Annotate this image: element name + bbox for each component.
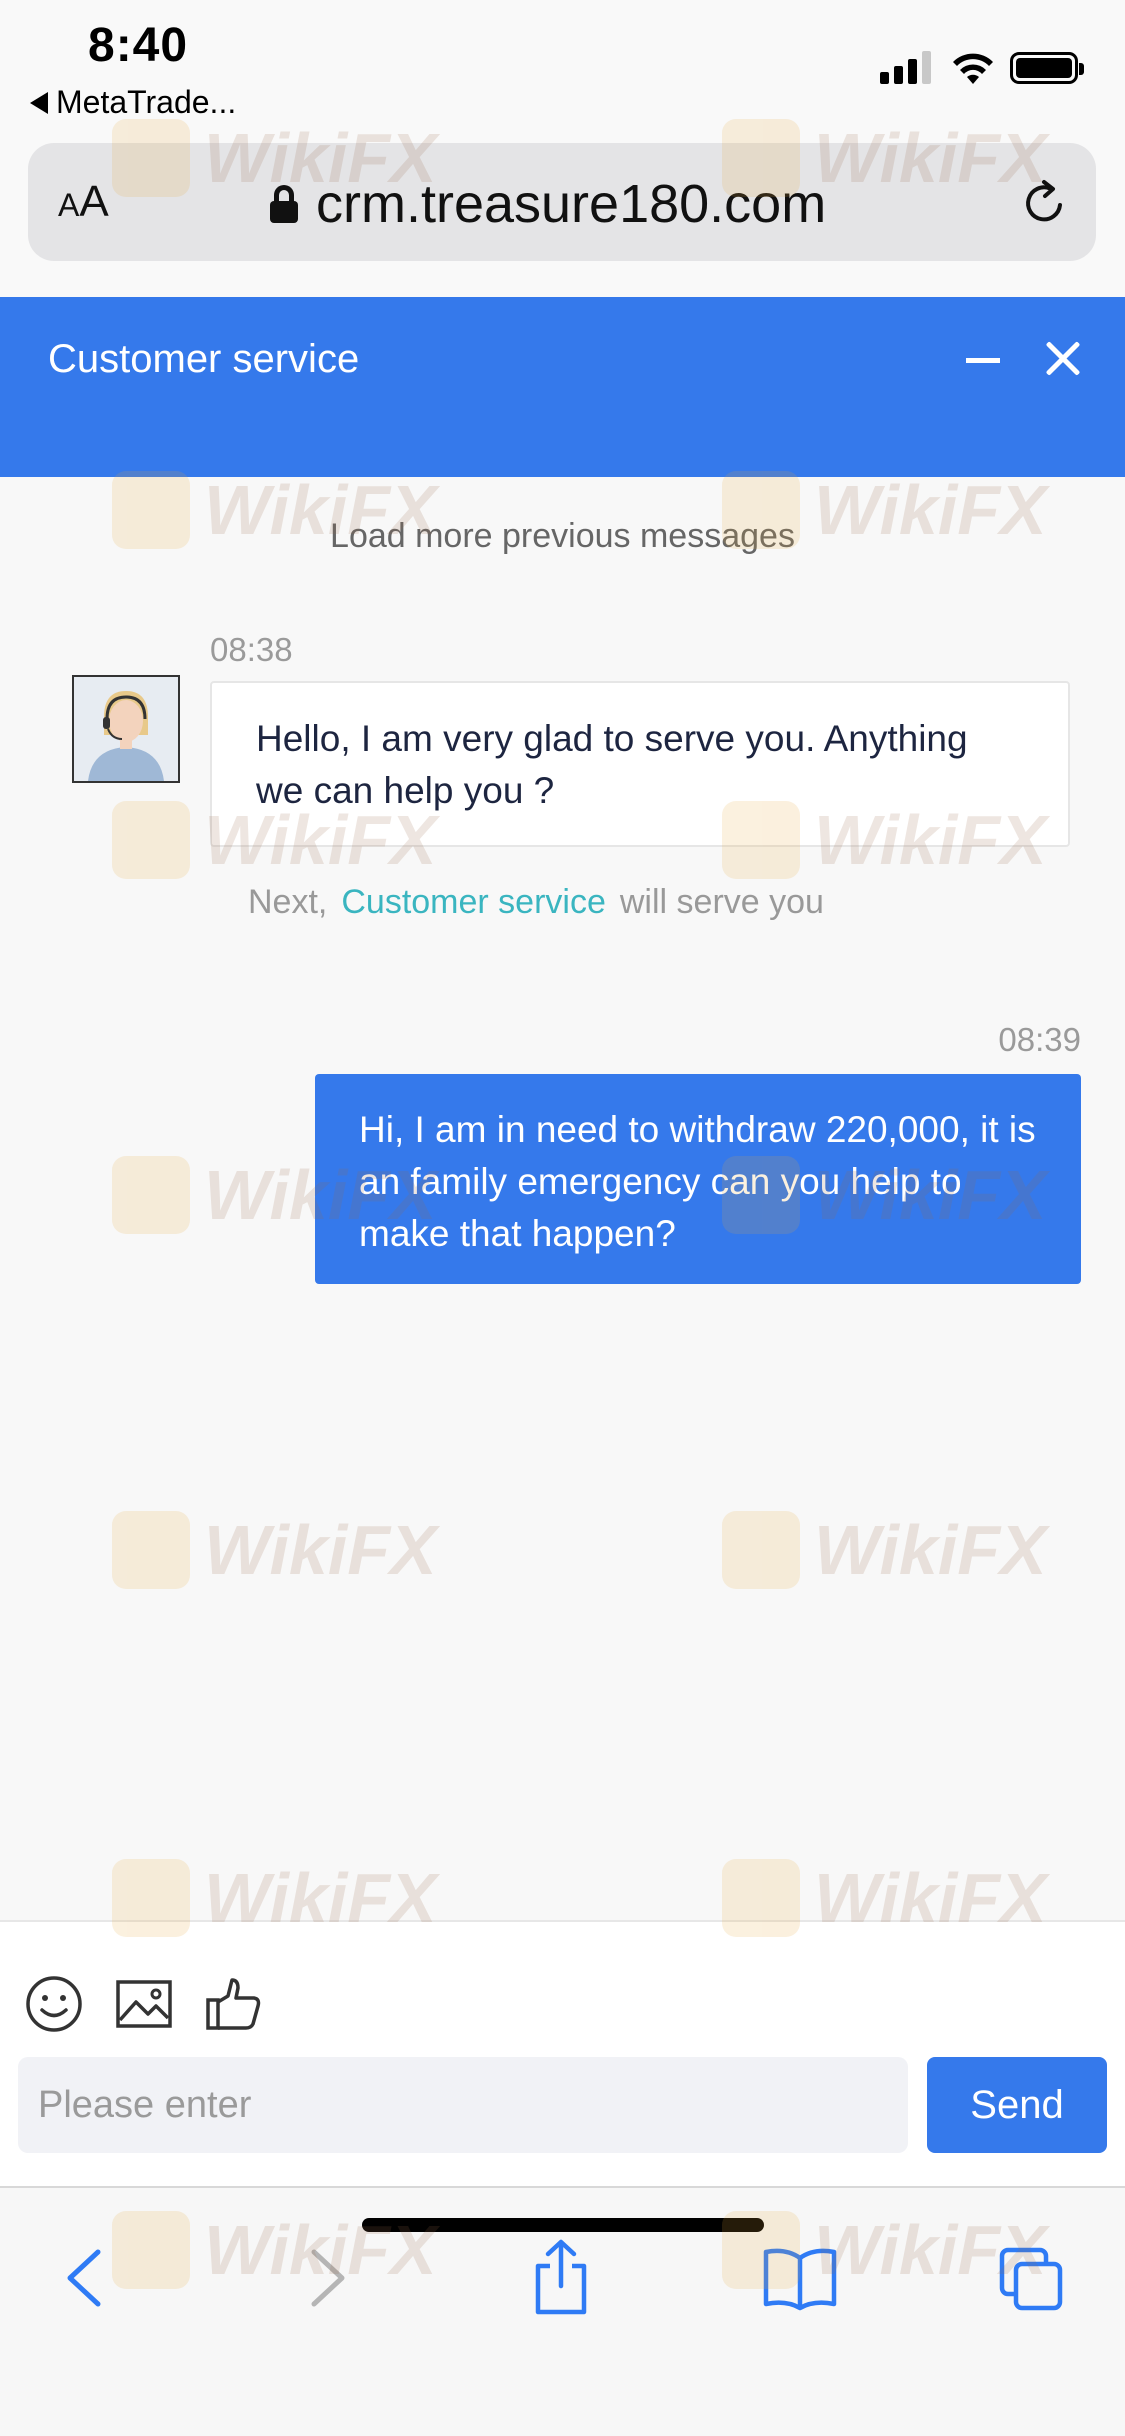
status-bar: 8:40 MetaTrade... bbox=[0, 0, 1125, 135]
share-icon[interactable] bbox=[526, 2238, 596, 2318]
back-to-app-link[interactable]: MetaTrade... bbox=[30, 84, 236, 121]
handoff-suffix: will serve you bbox=[619, 883, 824, 921]
cellular-signal-icon bbox=[880, 50, 931, 84]
battery-icon bbox=[1010, 52, 1084, 84]
back-app-label: MetaTrade... bbox=[56, 84, 237, 120]
text-size-small-label: A bbox=[58, 187, 80, 223]
send-button[interactable]: Send bbox=[927, 2057, 1107, 2153]
user-message-bubble: Hi, I am in need to withdraw 220,000, it… bbox=[315, 1074, 1081, 1284]
home-indicator bbox=[362, 2218, 764, 2232]
address-bar[interactable]: AA crm.treasure180.com bbox=[28, 143, 1096, 261]
handoff-prefix: Next, bbox=[248, 883, 328, 921]
input-area: Send bbox=[0, 1920, 1125, 2186]
tabs-icon[interactable] bbox=[996, 2238, 1066, 2318]
reload-icon[interactable] bbox=[1020, 179, 1068, 227]
text-size-large-label: A bbox=[79, 177, 109, 226]
user-message-time: 08:39 bbox=[998, 1021, 1081, 1058]
message-input[interactable] bbox=[18, 2057, 908, 2153]
back-triangle-icon bbox=[30, 91, 48, 114]
handoff-agent-link[interactable]: Customer service bbox=[341, 883, 606, 921]
minimize-button[interactable] bbox=[966, 340, 1002, 380]
agent-portrait-icon bbox=[74, 677, 178, 781]
text-size-button[interactable]: AA bbox=[58, 177, 109, 227]
status-time: 8:40 bbox=[88, 19, 189, 72]
image-icon[interactable] bbox=[114, 1974, 174, 2034]
back-arrow-icon[interactable] bbox=[52, 2238, 122, 2318]
chat-title: Customer service bbox=[48, 337, 360, 381]
forward-arrow-icon[interactable] bbox=[290, 2238, 360, 2318]
url-text: crm.treasure180.com bbox=[316, 174, 827, 234]
load-more-link[interactable]: Load more previous messages bbox=[0, 517, 1125, 556]
emoji-icon[interactable] bbox=[24, 1974, 84, 2034]
bookmarks-icon[interactable] bbox=[760, 2238, 840, 2318]
url-display[interactable]: crm.treasure180.com bbox=[270, 173, 826, 235]
agent-message-bubble: Hello, I am very glad to serve you. Anyt… bbox=[210, 681, 1070, 847]
chat-header: Customer service bbox=[0, 297, 1125, 477]
lock-icon bbox=[270, 185, 298, 223]
handoff-notice: Next, Customer service will serve you bbox=[248, 883, 824, 922]
thumbs-up-icon[interactable] bbox=[204, 1974, 264, 2034]
chat-area[interactable]: Load more previous messages 08:38 Hello,… bbox=[0, 477, 1125, 1920]
agent-avatar bbox=[72, 675, 180, 783]
wifi-icon bbox=[953, 53, 993, 84]
close-button[interactable] bbox=[1044, 340, 1082, 378]
agent-message-time: 08:38 bbox=[210, 631, 293, 668]
